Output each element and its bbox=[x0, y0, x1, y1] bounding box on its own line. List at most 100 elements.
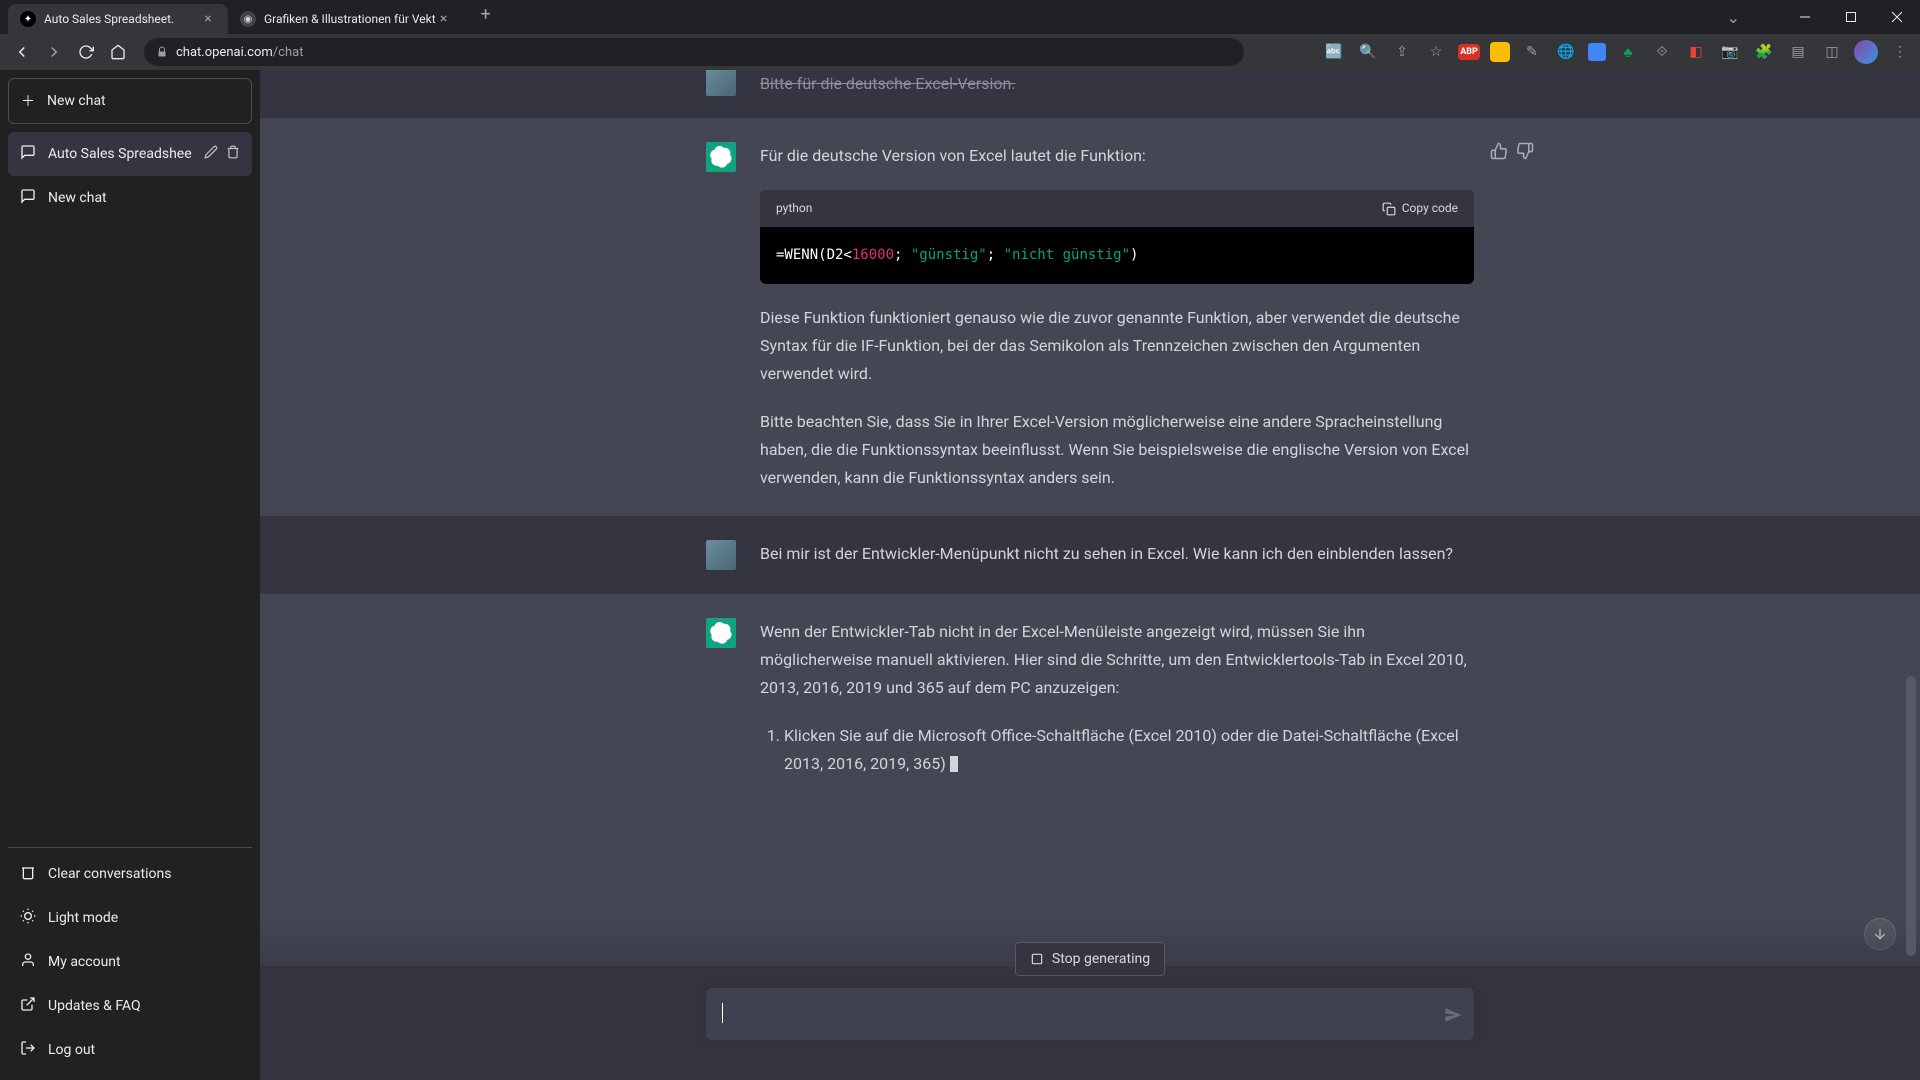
share-icon[interactable]: ⇪ bbox=[1390, 40, 1414, 64]
message-feedback bbox=[1490, 142, 1534, 164]
message-text: Für die deutsche Version von Excel laute… bbox=[760, 142, 1474, 170]
window-controls bbox=[1782, 0, 1920, 34]
menu-icon[interactable]: ⋮ bbox=[1888, 40, 1912, 64]
user-message: Bitte für die deutsche Excel-Version. bbox=[260, 70, 1920, 118]
message-text: Wenn der Entwickler-Tab nicht in der Exc… bbox=[760, 618, 1474, 702]
sidebar: ＋ New chat Auto Sales Spreadshee New cha… bbox=[0, 70, 260, 1080]
conversation-list: Auto Sales Spreadshee New chat bbox=[8, 132, 252, 847]
maximize-button[interactable] bbox=[1828, 0, 1874, 34]
bookmark-icon[interactable]: ☆ bbox=[1424, 40, 1448, 64]
browser-titlebar: ✦ Auto Sales Spreadsheet. × ◉ Grafiken &… bbox=[0, 0, 1920, 34]
sun-icon bbox=[20, 908, 36, 928]
extension-icon[interactable]: ◧ bbox=[1684, 40, 1708, 64]
back-button[interactable] bbox=[8, 38, 36, 66]
logout-button[interactable]: Log out bbox=[8, 1028, 252, 1072]
message-text: Diese Funktion funktioniert genauso wie … bbox=[760, 304, 1474, 388]
chat-icon bbox=[20, 144, 36, 164]
light-mode-button[interactable]: Light mode bbox=[8, 896, 252, 940]
footer-label: Log out bbox=[48, 1042, 95, 1058]
conversation-item-active[interactable]: Auto Sales Spreadshee bbox=[8, 132, 252, 176]
new-chat-button[interactable]: ＋ New chat bbox=[8, 78, 252, 124]
input-area: Stop generating bbox=[260, 918, 1920, 1080]
assistant-message-generating: Wenn der Entwickler-Tab nicht in der Exc… bbox=[260, 594, 1920, 966]
extension-icon[interactable]: ✎ bbox=[1520, 40, 1544, 64]
scrollbar[interactable] bbox=[1904, 70, 1918, 1080]
tab-strip: ✦ Auto Sales Spreadsheet. × ◉ Grafiken &… bbox=[8, 0, 500, 34]
code-block: python Copy code =WENN(D2<16000; "günsti… bbox=[760, 190, 1474, 284]
translate-icon[interactable]: 🔤 bbox=[1322, 40, 1346, 64]
logout-icon bbox=[20, 1040, 36, 1060]
input-text bbox=[722, 1002, 1426, 1026]
reading-list-icon[interactable]: ▤ bbox=[1786, 40, 1810, 64]
keep-icon[interactable] bbox=[1490, 42, 1510, 62]
browser-tab-active[interactable]: ✦ Auto Sales Spreadsheet. × bbox=[8, 4, 228, 34]
message-text: Bei mir ist der Entwickler-Menüpunkt nic… bbox=[760, 540, 1474, 570]
extension-icon[interactable] bbox=[1588, 43, 1606, 61]
trash-icon[interactable] bbox=[226, 145, 240, 163]
message-text: Bitte für die deutsche Excel-Version. bbox=[760, 70, 1474, 98]
send-button[interactable] bbox=[1444, 1006, 1462, 1028]
conversation-item[interactable]: New chat bbox=[8, 176, 252, 220]
assistant-avatar bbox=[706, 142, 736, 172]
clipboard-icon bbox=[1382, 202, 1396, 216]
message-text: Bitte beachten Sie, dass Sie in Ihrer Ex… bbox=[760, 408, 1474, 492]
home-button[interactable] bbox=[104, 38, 132, 66]
user-avatar bbox=[706, 540, 736, 570]
copy-code-button[interactable]: Copy code bbox=[1382, 198, 1458, 219]
reload-button[interactable] bbox=[72, 38, 100, 66]
user-icon bbox=[20, 952, 36, 972]
edit-icon[interactable] bbox=[204, 145, 218, 163]
code-content: =WENN(D2<16000; "günstig"; "nicht günsti… bbox=[760, 227, 1474, 284]
openai-favicon-icon: ✦ bbox=[20, 11, 36, 27]
app-container: ＋ New chat Auto Sales Spreadshee New cha… bbox=[0, 70, 1920, 1080]
thumbs-down-button[interactable] bbox=[1516, 142, 1534, 164]
updates-faq-button[interactable]: Updates & FAQ bbox=[8, 984, 252, 1028]
close-icon[interactable]: × bbox=[436, 11, 452, 27]
code-header: python Copy code bbox=[760, 190, 1474, 227]
tab-title: Grafiken & Illustrationen für Vekt bbox=[264, 12, 436, 26]
globe-icon[interactable]: 🌐 bbox=[1554, 40, 1578, 64]
minimize-button[interactable] bbox=[1782, 0, 1828, 34]
adblock-icon[interactable]: ABP bbox=[1458, 44, 1480, 60]
profile-avatar[interactable] bbox=[1854, 40, 1878, 64]
stop-generating-button[interactable]: Stop generating bbox=[1015, 942, 1165, 976]
lock-icon bbox=[156, 43, 168, 62]
tab-title: Auto Sales Spreadsheet. bbox=[44, 12, 200, 26]
chat-main: Bitte für die deutsche Excel-Version. Fü… bbox=[260, 70, 1920, 1080]
message-content: Wenn der Entwickler-Tab nicht in der Exc… bbox=[760, 618, 1474, 786]
camera-icon[interactable]: 📷 bbox=[1718, 40, 1742, 64]
close-window-button[interactable] bbox=[1874, 0, 1920, 34]
generic-favicon-icon: ◉ bbox=[240, 11, 256, 27]
url-text: chat.openai.com/chat bbox=[176, 45, 303, 60]
forward-button[interactable] bbox=[40, 38, 68, 66]
side-panel-icon[interactable]: ◫ bbox=[1820, 40, 1844, 64]
stop-icon bbox=[1030, 952, 1044, 966]
assistant-message: Für die deutsche Version von Excel laute… bbox=[260, 118, 1920, 516]
extensions-menu-icon[interactable]: 🧩 bbox=[1752, 40, 1776, 64]
assistant-avatar bbox=[706, 618, 736, 648]
chevron-down-icon[interactable]: ⌄ bbox=[1727, 8, 1740, 27]
scrollbar-thumb[interactable] bbox=[1906, 676, 1916, 956]
browser-toolbar: chat.openai.com/chat 🔤 🔍 ⇪ ☆ ABP ✎ 🌐 ♣ ⟐… bbox=[0, 34, 1920, 70]
extension-icon[interactable]: ⟐ bbox=[1650, 40, 1674, 64]
address-bar[interactable]: chat.openai.com/chat bbox=[144, 38, 1244, 66]
footer-label: Updates & FAQ bbox=[48, 998, 141, 1014]
user-avatar bbox=[706, 70, 736, 96]
stop-label: Stop generating bbox=[1052, 951, 1150, 967]
list-item: Klicken Sie auf die Microsoft Office-Sch… bbox=[784, 722, 1474, 778]
chat-icon bbox=[20, 188, 36, 208]
close-icon[interactable]: × bbox=[200, 11, 216, 27]
clear-conversations-button[interactable]: Clear conversations bbox=[8, 852, 252, 896]
extension-icon[interactable]: ♣ bbox=[1616, 40, 1640, 64]
message-input[interactable] bbox=[706, 988, 1474, 1040]
thumbs-up-button[interactable] bbox=[1490, 142, 1508, 164]
external-link-icon bbox=[20, 996, 36, 1016]
zoom-icon[interactable]: 🔍 bbox=[1356, 40, 1380, 64]
my-account-button[interactable]: My account bbox=[8, 940, 252, 984]
new-chat-label: New chat bbox=[47, 93, 106, 109]
code-language: python bbox=[776, 198, 812, 219]
sidebar-footer: Clear conversations Light mode My accoun… bbox=[8, 847, 252, 1072]
generating-cursor-icon bbox=[950, 756, 958, 772]
browser-tab-inactive[interactable]: ◉ Grafiken & Illustrationen für Vekt × bbox=[228, 4, 464, 34]
new-tab-button[interactable]: + bbox=[472, 0, 500, 28]
